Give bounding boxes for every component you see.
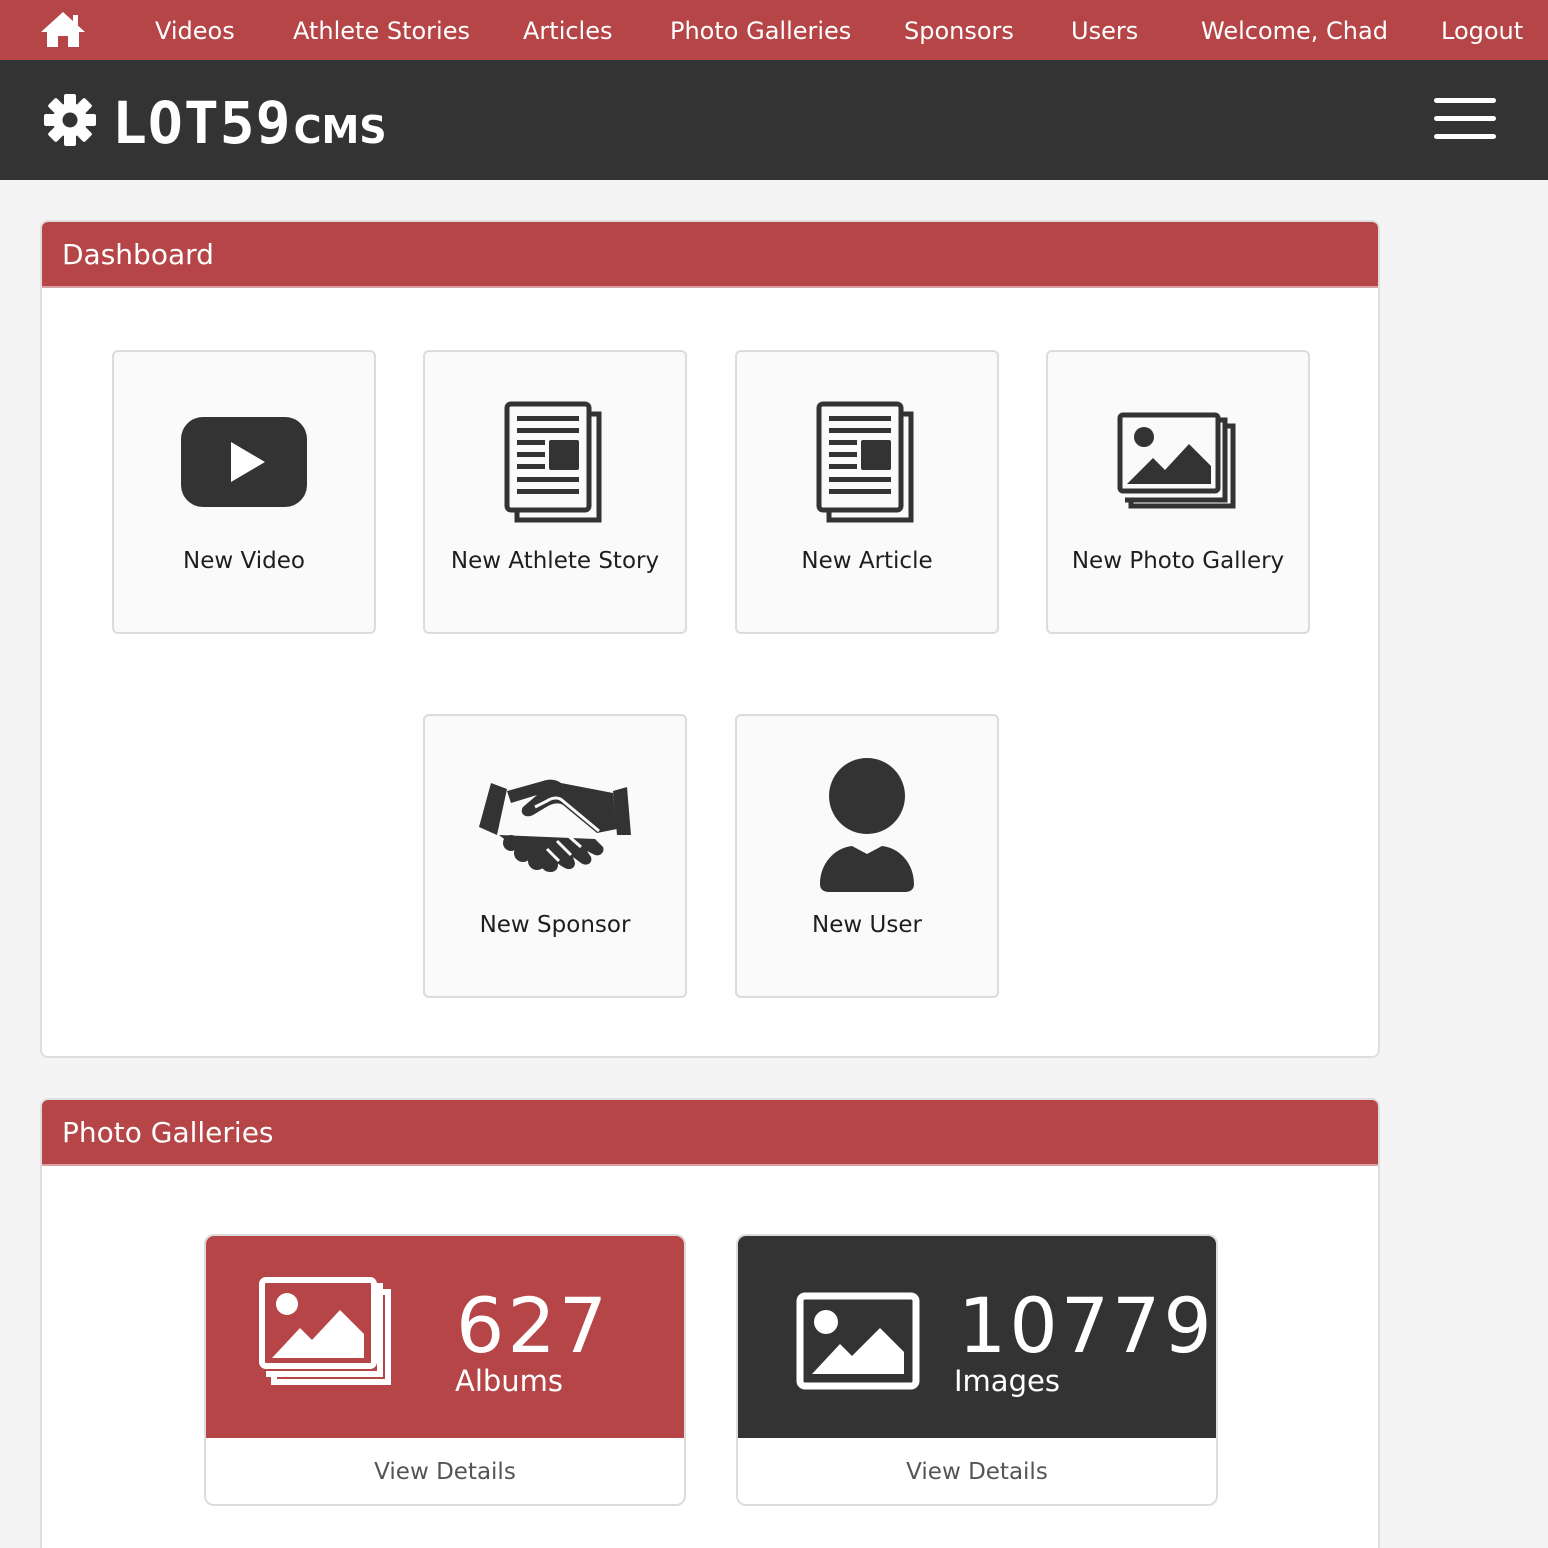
hamburger-menu-icon[interactable] bbox=[1434, 96, 1498, 146]
albums-view-details-link[interactable]: View Details bbox=[206, 1438, 684, 1504]
newspaper-icon bbox=[425, 392, 685, 532]
youtube-play-icon bbox=[114, 392, 374, 532]
images-icon bbox=[258, 1276, 394, 1392]
new-article-tile[interactable]: New Article bbox=[735, 350, 999, 634]
brand-suffix: CMS bbox=[293, 108, 387, 152]
images-icon bbox=[1048, 392, 1308, 532]
new-sponsor-tile[interactable]: New Sponsor bbox=[423, 714, 687, 998]
photo-galleries-panel: Photo Galleries 627 Albums View Details bbox=[40, 1098, 1380, 1548]
photo-galleries-panel-header: Photo Galleries bbox=[42, 1100, 1378, 1166]
albums-stat-card: 627 Albums View Details bbox=[204, 1234, 686, 1506]
user-icon bbox=[737, 756, 997, 896]
new-photo-gallery-tile[interactable]: New Photo Gallery bbox=[1046, 350, 1310, 634]
nav-photo-galleries[interactable]: Photo Galleries bbox=[670, 0, 851, 60]
dashboard-panel: Dashboard New Video New Athlete Story Ne… bbox=[40, 220, 1380, 1058]
new-video-label: New Video bbox=[183, 548, 305, 574]
albums-caption: Albums bbox=[455, 1364, 564, 1398]
albums-count: 627 bbox=[456, 1281, 611, 1370]
new-athlete-story-tile[interactable]: New Athlete Story bbox=[423, 350, 687, 634]
brand-name: LOT59 bbox=[112, 89, 292, 157]
dashboard-panel-header: Dashboard bbox=[42, 222, 1378, 288]
new-article-label: New Article bbox=[801, 548, 933, 574]
newspaper-icon bbox=[737, 392, 997, 532]
images-stat-card: 10779 Images View Details bbox=[736, 1234, 1218, 1506]
new-photo-gallery-label: New Photo Gallery bbox=[1071, 548, 1285, 574]
home-icon[interactable] bbox=[40, 10, 86, 48]
new-video-tile[interactable]: New Video bbox=[112, 350, 376, 634]
brand-logo[interactable]: LOT59 CMS bbox=[112, 88, 387, 158]
new-athlete-story-label: New Athlete Story bbox=[450, 548, 660, 574]
images-count: 10779 bbox=[958, 1281, 1215, 1370]
photo-galleries-title: Photo Galleries bbox=[62, 1116, 274, 1149]
nav-videos[interactable]: Videos bbox=[155, 0, 235, 60]
nav-sponsors[interactable]: Sponsors bbox=[904, 0, 1014, 60]
dashboard-title: Dashboard bbox=[62, 238, 214, 271]
gear-icon bbox=[42, 92, 98, 148]
new-user-tile[interactable]: New User bbox=[735, 714, 999, 998]
images-stat-header: 10779 Images bbox=[738, 1236, 1216, 1438]
images-caption: Images bbox=[954, 1364, 1060, 1398]
brand-header: LOT59 CMS bbox=[0, 60, 1548, 180]
nav-articles[interactable]: Articles bbox=[523, 0, 613, 60]
nav-logout[interactable]: Logout bbox=[1441, 0, 1523, 60]
nav-athlete-stories[interactable]: Athlete Stories bbox=[293, 0, 470, 60]
images-view-details-link[interactable]: View Details bbox=[738, 1438, 1216, 1504]
nav-welcome-user[interactable]: Welcome, Chad bbox=[1201, 0, 1388, 60]
new-user-label: New User bbox=[812, 912, 922, 938]
handshake-icon bbox=[425, 756, 685, 896]
nav-users[interactable]: Users bbox=[1071, 0, 1138, 60]
image-icon bbox=[796, 1292, 920, 1394]
albums-stat-header: 627 Albums bbox=[206, 1236, 684, 1438]
top-navigation: Videos Athlete Stories Articles Photo Ga… bbox=[0, 0, 1548, 60]
new-sponsor-label: New Sponsor bbox=[479, 912, 631, 938]
